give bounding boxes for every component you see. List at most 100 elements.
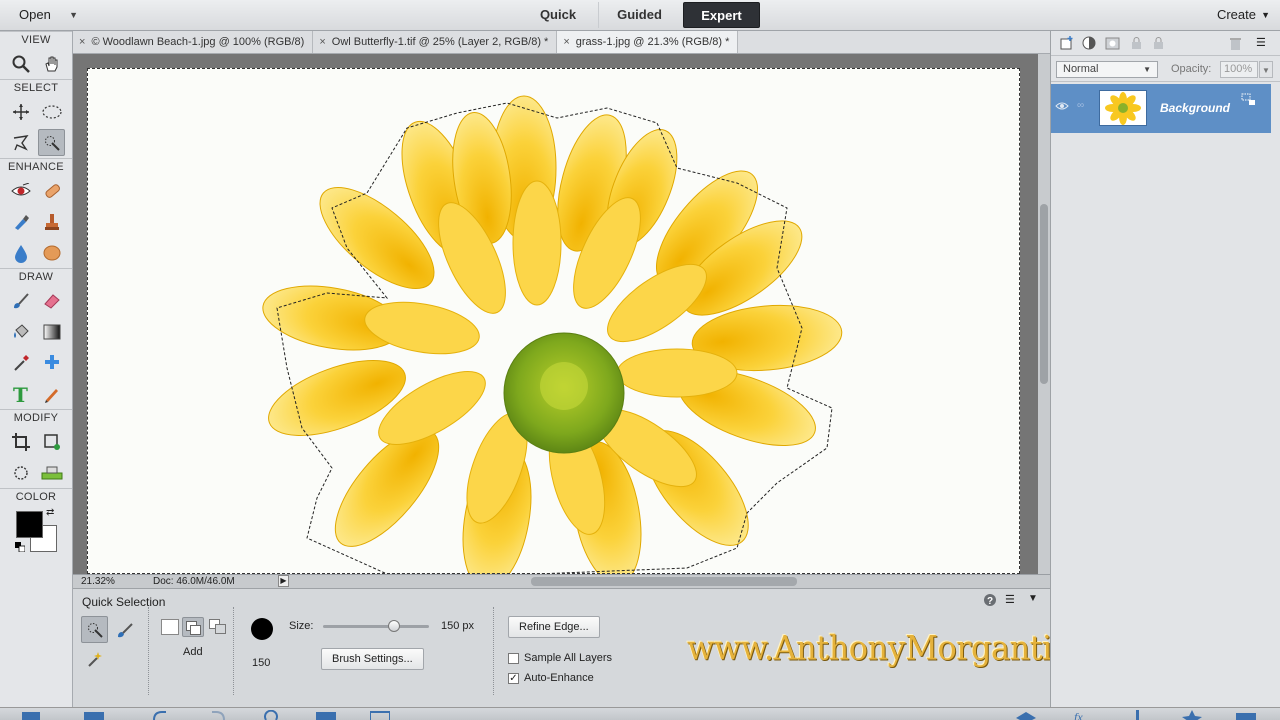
scroll-thumb[interactable]	[1040, 204, 1048, 384]
vertical-scrollbar[interactable]	[1038, 54, 1050, 574]
separator	[148, 607, 149, 695]
more-icon[interactable]	[1236, 710, 1256, 720]
app-window: Open ▼ Quick Guided Expert Create ▼ VIEW…	[0, 0, 1280, 720]
tab-guided[interactable]: Guided	[598, 2, 680, 28]
rotate-icon[interactable]	[262, 710, 282, 720]
undo-icon[interactable]	[150, 710, 170, 720]
svg-text:?: ?	[987, 596, 993, 607]
tab-expert[interactable]: Expert	[683, 2, 760, 28]
new-selection-mode-icon[interactable]	[161, 619, 179, 635]
eyedropper-tool-icon[interactable]	[7, 349, 34, 376]
pencil-tool-icon[interactable]	[38, 380, 65, 407]
color-swatches: ⇄	[0, 505, 72, 565]
selection-brush-option-icon[interactable]	[111, 616, 138, 643]
tool-options-icon[interactable]	[84, 710, 104, 720]
type-tool-icon[interactable]: T	[7, 380, 34, 407]
favorites-icon[interactable]	[1182, 710, 1202, 720]
opacity-input[interactable]: 100%	[1220, 61, 1258, 78]
graphics-icon[interactable]	[1128, 710, 1148, 720]
brush-tool-icon[interactable]	[7, 287, 34, 314]
status-bar: 21.32% Doc: 46.0M/46.0M ▶	[73, 574, 1050, 588]
collapse-chevron-icon[interactable]: ▼	[1028, 593, 1038, 604]
red-eye-tool-icon[interactable]	[7, 177, 34, 204]
document-tab-active[interactable]: × grass-1.jpg @ 21.3% (RGB/8) *	[557, 31, 739, 53]
adjustment-layer-icon[interactable]	[1082, 36, 1097, 51]
clone-stamp-tool-icon[interactable]	[38, 208, 65, 235]
eraser-tool-icon[interactable]	[38, 287, 65, 314]
auto-enhance-checkbox[interactable]: ✓ Auto-Enhance	[508, 672, 594, 684]
magic-wand-option-icon[interactable]	[81, 645, 108, 672]
crop-tool-icon[interactable]	[7, 428, 34, 455]
create-label: Create	[1216, 7, 1256, 22]
create-button[interactable]: Create ▼	[1210, 5, 1270, 25]
close-icon[interactable]: ×	[563, 36, 569, 48]
panel-menu-icon[interactable]: ☰	[1256, 36, 1266, 49]
document-tab[interactable]: × Owl Butterfly-1.tif @ 25% (Layer 2, RGB…	[313, 31, 558, 53]
tab-quick[interactable]: Quick	[520, 2, 596, 28]
default-colors-icon[interactable]	[15, 542, 25, 552]
redo-icon[interactable]	[208, 710, 228, 720]
open-button[interactable]: Open ▼	[8, 5, 80, 25]
document-tab-label: grass-1.jpg @ 21.3% (RGB/8) *	[575, 36, 730, 48]
lasso-tool-icon[interactable]	[7, 129, 34, 156]
effects-icon[interactable]: fx	[1072, 710, 1092, 720]
layer-row-background[interactable]: ∞ Background	[1051, 84, 1271, 133]
close-icon[interactable]: ×	[319, 36, 325, 48]
size-label: Size:	[289, 620, 314, 632]
checkbox-box[interactable]: ✓	[508, 672, 519, 684]
foreground-color-swatch[interactable]	[16, 511, 43, 538]
panel-menu-icon[interactable]: ☰	[1005, 593, 1015, 606]
horizontal-scroll-thumb[interactable]	[531, 577, 797, 586]
checkbox-box[interactable]	[508, 652, 519, 664]
straighten-tool-icon[interactable]	[38, 459, 65, 486]
quick-selection-tool-icon[interactable]	[38, 129, 65, 156]
document-tab[interactable]: × © Woodlawn Beach-1.jpg @ 100% (RGB/8)	[73, 31, 314, 53]
svg-text:fx: fx	[1074, 710, 1083, 720]
zoom-tool-icon[interactable]	[7, 50, 34, 77]
separator	[233, 607, 234, 695]
layer-mask-icon[interactable]	[1105, 36, 1120, 51]
status-menu-arrow-icon[interactable]: ▶	[278, 575, 289, 587]
content-aware-move-tool-icon[interactable]	[7, 459, 34, 486]
photo-bin-icon[interactable]	[22, 710, 42, 720]
blur-tool-icon[interactable]	[7, 239, 34, 266]
marquee-tool-icon[interactable]	[38, 98, 65, 125]
brush-settings-button[interactable]: Brush Settings...	[321, 648, 424, 670]
smart-brush-tool-icon[interactable]	[7, 208, 34, 235]
paint-bucket-tool-icon[interactable]	[7, 318, 34, 345]
link-icon: ∞	[1077, 100, 1085, 111]
gradient-tool-icon[interactable]	[38, 318, 65, 345]
layer-lock-icon[interactable]	[1241, 93, 1257, 107]
lock-all-icon[interactable]	[1151, 36, 1166, 51]
layer-name[interactable]: Background	[1160, 101, 1230, 115]
custom-shape-tool-icon[interactable]	[38, 349, 65, 376]
lock-transparent-icon[interactable]	[1129, 36, 1144, 51]
sponge-tool-icon[interactable]	[38, 239, 65, 266]
document-tab-label: © Woodlawn Beach-1.jpg @ 100% (RGB/8)	[91, 36, 305, 48]
hand-tool-icon[interactable]	[38, 50, 65, 77]
chevron-down-icon[interactable]: ▼	[1259, 61, 1273, 78]
blend-mode-select[interactable]: Normal ▼	[1056, 61, 1158, 78]
open-label: Open	[19, 7, 51, 22]
layers-icon[interactable]	[1016, 710, 1036, 720]
layout-icon[interactable]	[316, 710, 336, 720]
spot-healing-tool-icon[interactable]	[38, 177, 65, 204]
add-selection-mode-icon[interactable]	[182, 617, 204, 637]
refine-edge-button[interactable]: Refine Edge...	[508, 616, 600, 638]
organizer-icon[interactable]	[370, 710, 390, 720]
quick-selection-option-icon[interactable]	[81, 616, 108, 643]
size-slider[interactable]	[323, 620, 429, 632]
close-icon[interactable]: ×	[79, 36, 85, 48]
recompose-tool-icon[interactable]	[38, 428, 65, 455]
subtract-selection-mode-icon[interactable]	[209, 619, 227, 635]
image-canvas[interactable]	[87, 68, 1020, 574]
move-tool-icon[interactable]	[7, 98, 34, 125]
size-slider-knob[interactable]	[388, 620, 401, 632]
sample-all-layers-checkbox[interactable]: Sample All Layers	[508, 652, 612, 664]
help-icon[interactable]: ?	[983, 593, 997, 607]
trash-icon[interactable]	[1228, 36, 1243, 51]
swap-colors-icon[interactable]: ⇄	[46, 507, 54, 518]
blend-row: Normal ▼ Opacity: 100% ▼	[1051, 56, 1280, 82]
new-layer-icon[interactable]	[1059, 36, 1074, 51]
eye-icon[interactable]	[1055, 101, 1069, 111]
